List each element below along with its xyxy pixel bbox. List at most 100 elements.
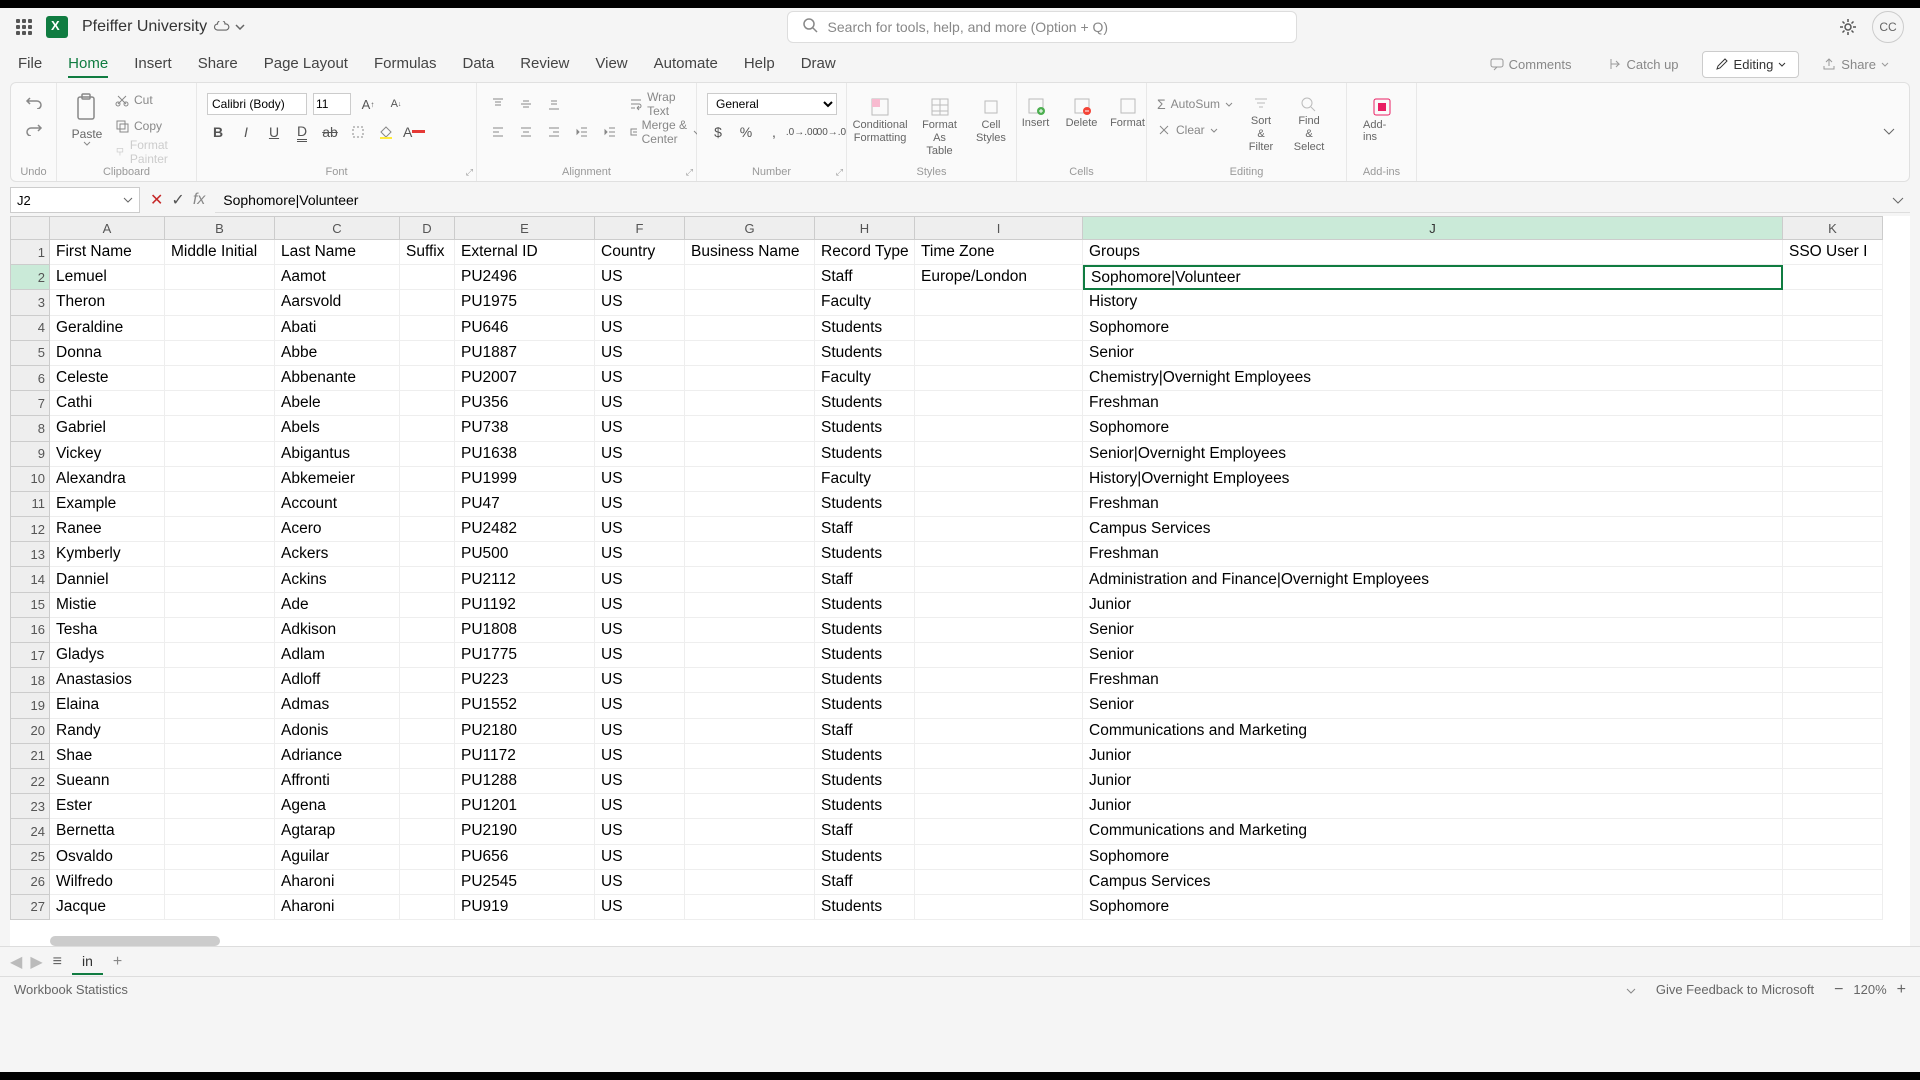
- cell[interactable]: History|Overnight Employees: [1083, 467, 1783, 492]
- cell[interactable]: PU1192: [455, 593, 595, 618]
- column-header[interactable]: F: [595, 216, 685, 240]
- name-box[interactable]: J2: [10, 187, 140, 213]
- cell[interactable]: [165, 845, 275, 870]
- cell[interactable]: Communications and Marketing: [1083, 719, 1783, 744]
- cell[interactable]: [1783, 643, 1883, 668]
- align-center-icon[interactable]: [515, 121, 537, 143]
- menu-item-view[interactable]: View: [595, 51, 627, 78]
- select-all-corner[interactable]: [10, 216, 50, 240]
- cell[interactable]: Students: [815, 668, 915, 693]
- cell[interactable]: PU1887: [455, 341, 595, 366]
- cell[interactable]: [685, 895, 815, 920]
- double-underline-button[interactable]: D: [291, 121, 313, 143]
- cell[interactable]: PU1288: [455, 769, 595, 794]
- column-header[interactable]: I: [915, 216, 1083, 240]
- cell[interactable]: Europe/London: [915, 265, 1083, 290]
- row-header[interactable]: 18: [10, 668, 50, 693]
- cell[interactable]: PU1808: [455, 618, 595, 643]
- cell[interactable]: [165, 542, 275, 567]
- cell[interactable]: [400, 517, 455, 542]
- cell[interactable]: PU738: [455, 416, 595, 441]
- prev-sheet-icon[interactable]: ◀: [10, 952, 22, 972]
- cell[interactable]: [165, 769, 275, 794]
- cell[interactable]: Middle Initial: [165, 240, 275, 265]
- font-color-button[interactable]: A: [403, 121, 425, 143]
- cell[interactable]: Students: [815, 845, 915, 870]
- cell[interactable]: Kymberly: [50, 542, 165, 567]
- spreadsheet-grid[interactable]: ABCDEFGHIJK 1First NameMiddle InitialLas…: [10, 216, 1910, 946]
- addins-button[interactable]: Add-ins: [1357, 93, 1406, 145]
- cut-button[interactable]: Cut: [115, 89, 186, 111]
- italic-button[interactable]: I: [235, 121, 257, 143]
- increase-font-icon[interactable]: A↑: [357, 93, 379, 115]
- cell[interactable]: [400, 265, 455, 290]
- cell[interactable]: Ade: [275, 593, 400, 618]
- cell[interactable]: [1783, 366, 1883, 391]
- insert-cells-button[interactable]: Insert: [1017, 93, 1055, 131]
- zoom-level[interactable]: 120%: [1853, 982, 1886, 997]
- row-header[interactable]: 27: [10, 895, 50, 920]
- cell[interactable]: [915, 316, 1083, 341]
- cell[interactable]: Ackins: [275, 567, 400, 592]
- cell[interactable]: [400, 467, 455, 492]
- cell[interactable]: [685, 492, 815, 517]
- cell[interactable]: US: [595, 819, 685, 844]
- cell[interactable]: History: [1083, 290, 1783, 315]
- cell[interactable]: [685, 593, 815, 618]
- cell[interactable]: Adlam: [275, 643, 400, 668]
- row-header[interactable]: 22: [10, 769, 50, 794]
- cell[interactable]: Junior: [1083, 744, 1783, 769]
- cell[interactable]: Account: [275, 492, 400, 517]
- row-header[interactable]: 8: [10, 416, 50, 441]
- cell[interactable]: US: [595, 693, 685, 718]
- row-header[interactable]: 10: [10, 467, 50, 492]
- cell[interactable]: [400, 442, 455, 467]
- cell[interactable]: Sophomore: [1083, 316, 1783, 341]
- cell[interactable]: [1783, 517, 1883, 542]
- cell[interactable]: US: [595, 794, 685, 819]
- cell[interactable]: [165, 567, 275, 592]
- cell[interactable]: Staff: [815, 819, 915, 844]
- cell[interactable]: Aamot: [275, 265, 400, 290]
- cell[interactable]: US: [595, 391, 685, 416]
- cell[interactable]: [685, 769, 815, 794]
- next-sheet-icon[interactable]: ▶: [30, 952, 42, 972]
- cell[interactable]: [915, 542, 1083, 567]
- cell[interactable]: Freshman: [1083, 668, 1783, 693]
- cell[interactable]: PU47: [455, 492, 595, 517]
- row-header[interactable]: 4: [10, 316, 50, 341]
- redo-icon[interactable]: [25, 122, 43, 141]
- cell[interactable]: US: [595, 668, 685, 693]
- cell[interactable]: US: [595, 870, 685, 895]
- cell[interactable]: [685, 870, 815, 895]
- cell[interactable]: Students: [815, 744, 915, 769]
- cell[interactable]: [915, 744, 1083, 769]
- cell[interactable]: Gabriel: [50, 416, 165, 441]
- sort-filter-button[interactable]: Sort & Filter: [1241, 93, 1281, 157]
- cell[interactable]: Adriance: [275, 744, 400, 769]
- cell[interactable]: Students: [815, 391, 915, 416]
- cell[interactable]: US: [595, 290, 685, 315]
- comments-button[interactable]: Comments: [1477, 51, 1585, 78]
- cell[interactable]: [685, 819, 815, 844]
- row-header[interactable]: 2: [10, 265, 50, 290]
- cell[interactable]: Senior: [1083, 643, 1783, 668]
- cell[interactable]: [1783, 316, 1883, 341]
- cell[interactable]: SSO User I: [1783, 240, 1883, 265]
- cell[interactable]: Staff: [815, 719, 915, 744]
- cell[interactable]: [1783, 467, 1883, 492]
- cell[interactable]: Communications and Marketing: [1083, 819, 1783, 844]
- ribbon-expand-icon[interactable]: [1883, 123, 1895, 141]
- cell[interactable]: Osvaldo: [50, 845, 165, 870]
- cell[interactable]: Freshman: [1083, 542, 1783, 567]
- cell[interactable]: Staff: [815, 870, 915, 895]
- decrease-indent-icon[interactable]: [571, 121, 593, 143]
- cell[interactable]: [165, 391, 275, 416]
- menu-item-insert[interactable]: Insert: [134, 51, 172, 78]
- cell[interactable]: [1783, 593, 1883, 618]
- cell[interactable]: [1783, 744, 1883, 769]
- cell[interactable]: [165, 895, 275, 920]
- cell[interactable]: [400, 895, 455, 920]
- cell[interactable]: [1783, 442, 1883, 467]
- cell[interactable]: Aarsvold: [275, 290, 400, 315]
